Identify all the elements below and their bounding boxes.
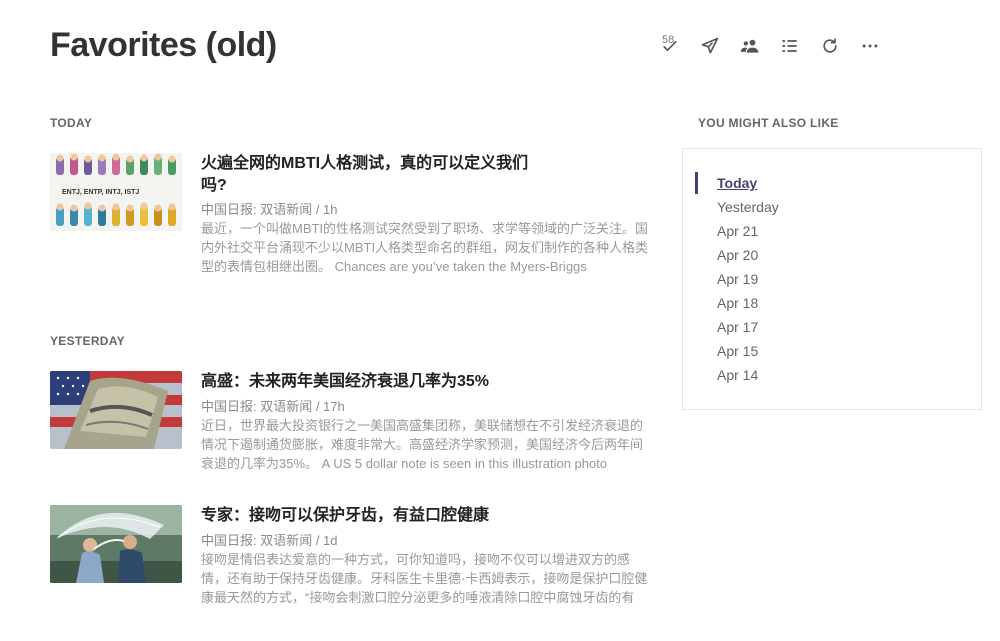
share-button[interactable]	[696, 32, 724, 60]
date-link-apr-19[interactable]: Apr 19	[695, 267, 965, 291]
article-thumbnail	[50, 505, 182, 583]
article-source: 中国日报: 双语新闻 / 1d	[201, 533, 338, 548]
article-title[interactable]: 火遍全网的MBTI人格测试，真的可以定义我们吗?	[201, 153, 531, 197]
people-icon	[740, 39, 759, 53]
section-label-today: TODAY	[50, 116, 93, 130]
date-link-apr-20[interactable]: Apr 20	[695, 243, 965, 267]
unread-count-badge: 58	[662, 34, 675, 46]
couple-umbrella-image	[50, 505, 182, 583]
article-title[interactable]: 专家：接吻可以保护牙齿，有益口腔健康	[201, 505, 531, 527]
article-item[interactable]: 专家：接吻可以保护牙齿，有益口腔健康 中国日报: 双语新闻 / 1d 接吻是情侣…	[50, 505, 655, 635]
section-label-yesterday: YESTERDAY	[50, 334, 125, 348]
date-link-today[interactable]: Today	[695, 171, 965, 195]
date-link-apr-17[interactable]: Apr 17	[695, 315, 965, 339]
article-source: 中国日报: 双语新闻 / 1h	[201, 202, 338, 217]
article-item[interactable]: ENTJ, ENTP, INTJ, ISTJ 火遍全网的MBTI人格测试，真的可…	[50, 153, 655, 283]
send-icon	[701, 37, 719, 54]
more-icon	[862, 44, 878, 48]
article-summary: 最近，一个叫做MBTI的性格测试突然受到了职场、求学等领域的广泛关注。国内外社交…	[201, 221, 649, 274]
mbti-characters-image: ENTJ, ENTP, INTJ, ISTJ	[50, 153, 182, 231]
mark-all-read-button[interactable]: 58	[656, 32, 684, 60]
page-title: Favorites (old)	[50, 26, 277, 64]
article-summary: 接吻是情侣表达爱意的一种方式，可你知道吗，接吻不仅可以增进双方的感情，还有助于保…	[201, 552, 648, 605]
people-button[interactable]	[736, 32, 764, 60]
date-link-apr-18[interactable]: Apr 18	[695, 291, 965, 315]
article-source: 中国日报: 双语新闻 / 17h	[201, 399, 345, 414]
article-item[interactable]: 高盛：未来两年美国经济衰退几率为35% 中国日报: 双语新闻 / 17h 近日，…	[50, 371, 655, 501]
date-link-apr-14[interactable]: Apr 14	[695, 363, 965, 387]
article-title[interactable]: 高盛：未来两年美国经济衰退几率为35%	[201, 371, 531, 393]
toolbar: 58	[650, 28, 890, 62]
article-summary: 近日，世界最大投资银行之一美国高盛集团称，美联储想在不引发经济衰退的情况下遏制通…	[201, 418, 644, 471]
article-thumbnail: ENTJ, ENTP, INTJ, ISTJ	[50, 153, 182, 231]
article-thumbnail	[50, 371, 182, 449]
date-link-apr-21[interactable]: Apr 21	[695, 219, 965, 243]
recommendations-label: YOU MIGHT ALSO LIKE	[698, 116, 839, 130]
more-button[interactable]	[856, 32, 884, 60]
date-link-yesterday[interactable]: Yesterday	[695, 195, 965, 219]
date-list: Today Yesterday Apr 21 Apr 20 Apr 19 Apr 18 Ap…	[695, 171, 965, 387]
date-link-apr-15[interactable]: Apr 15	[695, 339, 965, 363]
list-icon	[782, 39, 797, 53]
refresh-icon	[823, 38, 837, 53]
refresh-button[interactable]	[816, 32, 844, 60]
list-view-button[interactable]	[776, 32, 804, 60]
recommendations-panel: Today Yesterday Apr 21 Apr 20 Apr 19 Apr 18 Ap…	[682, 148, 982, 410]
thumb-caption: ENTJ, ENTP, INTJ, ISTJ	[62, 189, 139, 196]
dollar-note-image	[50, 371, 182, 449]
